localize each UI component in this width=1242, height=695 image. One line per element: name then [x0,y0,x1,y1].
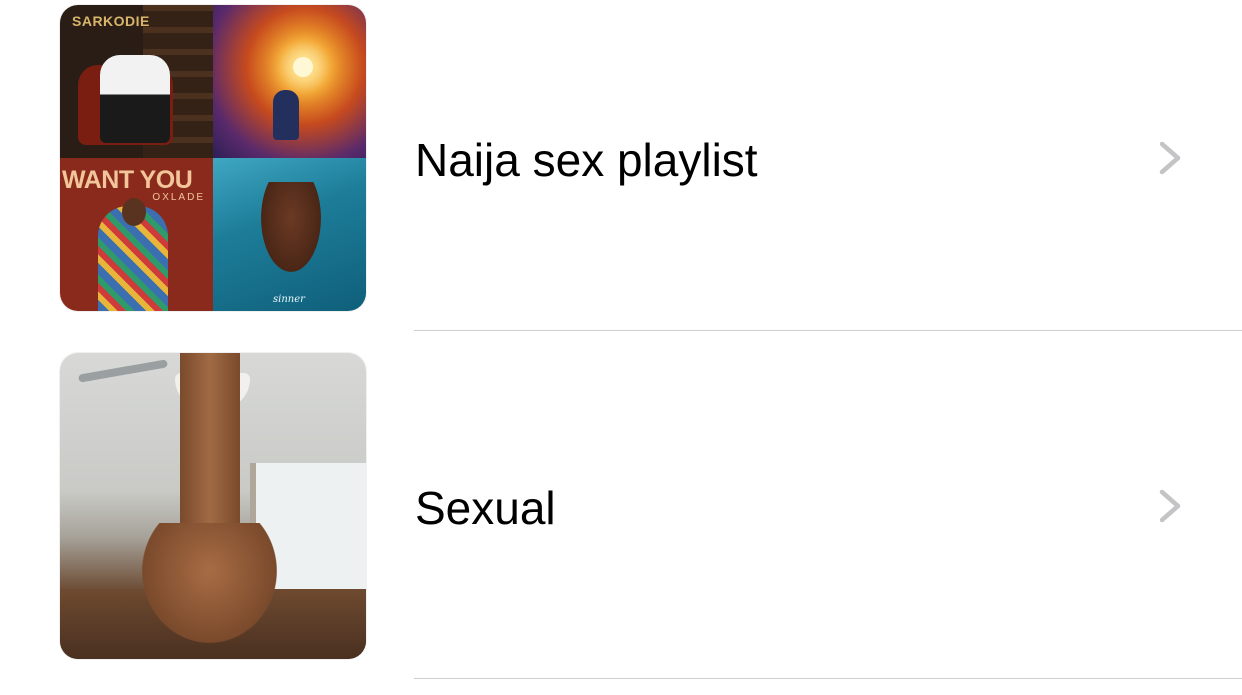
album-cover-sarkodie: SARKODIE [60,5,213,158]
playlist-artwork [60,353,366,659]
chevron-right-icon [1159,489,1181,523]
playlist-list: SARKODIE WANT YOU OXLADE sinner Naija se… [0,0,1242,695]
playlist-title: Naija sex playlist [415,134,758,186]
chevron-right-icon [1159,141,1181,175]
album-cover-want-you: WANT YOU OXLADE [60,158,213,311]
album-cover-title: WANT YOU [62,166,193,194]
album-cover-title: sinner [273,294,305,305]
row-separator [414,330,1242,331]
playlist-row[interactable]: Sexual [0,348,1242,695]
album-cover-artist: OXLADE [152,192,205,203]
album-cover-title: SARKODIE [72,13,150,29]
playlist-title: Sexual [415,482,556,534]
playlist-artwork: SARKODIE WANT YOU OXLADE sinner [60,5,366,311]
row-separator [414,678,1242,679]
album-cover-sunburst [213,5,366,158]
playlist-row[interactable]: SARKODIE WANT YOU OXLADE sinner Naija se… [0,0,1242,348]
album-cover-sinner: sinner [213,158,366,311]
